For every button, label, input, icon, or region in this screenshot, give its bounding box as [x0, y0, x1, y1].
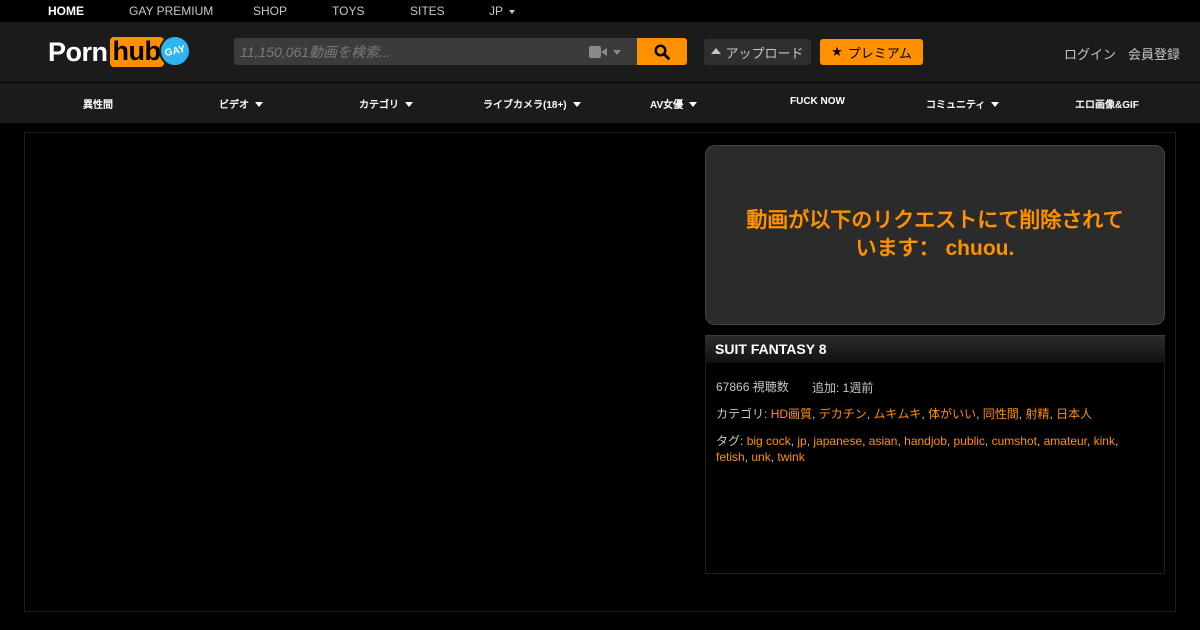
- video-camera-icon[interactable]: [589, 45, 623, 59]
- signup-link[interactable]: 会員登録: [1128, 44, 1180, 63]
- nav-item-videos[interactable]: ビデオ: [219, 96, 263, 111]
- header: Porn hub GAY アップロード ★ プレミアム ログイン 会員登録: [0, 22, 1200, 82]
- topbar-home[interactable]: HOME: [48, 4, 84, 18]
- video-title-bar: SUIT FANTASY 8: [705, 335, 1165, 363]
- nav-item-straight[interactable]: 異性間: [83, 96, 113, 111]
- category-link[interactable]: 同性間: [983, 407, 1019, 421]
- category-link[interactable]: 体がいい: [928, 407, 976, 421]
- tag-link[interactable]: fetish: [716, 450, 745, 464]
- video-removed-notice: 動画が以下のリクエストにて削除されています： chuou.: [705, 145, 1165, 325]
- logo-hub-text: hub: [109, 37, 164, 67]
- nav-item-label: ビデオ: [219, 100, 249, 111]
- nav-item-label: コミュニティ: [926, 100, 986, 111]
- category-link[interactable]: デカチン: [819, 407, 867, 421]
- search-input[interactable]: [234, 38, 579, 65]
- nav-item-label: ライブカメラ(18+): [483, 100, 567, 111]
- caret-down-icon: [405, 101, 413, 107]
- upload-arrow-icon: [711, 48, 722, 54]
- language-label: JP: [489, 4, 504, 18]
- nav-item-label: AV女優: [650, 100, 684, 111]
- search-box: [234, 38, 637, 65]
- upload-button[interactable]: アップロード: [704, 39, 811, 65]
- tag-link[interactable]: amateur: [1044, 434, 1087, 448]
- video-player[interactable]: [25, 133, 697, 611]
- topbar-language[interactable]: JP: [489, 4, 516, 18]
- caret-down-icon: [991, 101, 1000, 107]
- caret-down-icon: [509, 9, 516, 14]
- tag-link[interactable]: handjob: [904, 434, 947, 448]
- caret-down-icon: [572, 101, 581, 107]
- tag-link[interactable]: big cock: [747, 434, 791, 448]
- tag-link[interactable]: kink: [1094, 434, 1115, 448]
- top-bar: HOME GAY PREMIUM SHOP TOYS SITES JP: [0, 0, 1200, 22]
- tag-link[interactable]: jp: [797, 434, 806, 448]
- main-nav: 異性間 ビデオ カテゴリ ライブカメラ(18+) AV女優 FUCK NOW コ…: [0, 82, 1200, 123]
- topbar-gay-premium[interactable]: GAY PREMIUM: [129, 4, 213, 18]
- category-link[interactable]: HD画質: [771, 407, 812, 421]
- video-title: SUIT FANTASY 8: [715, 341, 827, 357]
- search-icon: [654, 43, 670, 60]
- nav-item-photos-gifs[interactable]: エロ画像&GIF: [1075, 96, 1139, 111]
- upload-label: アップロード: [725, 45, 804, 61]
- topbar-toys[interactable]: TOYS: [332, 4, 364, 18]
- nav-item-label: カテゴリ: [359, 100, 399, 111]
- nav-item-pornstars[interactable]: AV女優: [650, 96, 698, 111]
- tag-link[interactable]: asian: [869, 434, 898, 448]
- tags-row: タグ: big cock, jp, japanese, asian, handj…: [716, 434, 1119, 464]
- video-info-panel: 67866 視聴数 追加: 1週前 カテゴリ: HD画質, デカチン, ムキムキ…: [705, 363, 1165, 574]
- tag-link[interactable]: twink: [777, 450, 804, 464]
- category-link[interactable]: 射精: [1025, 407, 1049, 421]
- caret-down-icon: [255, 101, 263, 107]
- logo-porn-text: Porn: [48, 36, 108, 67]
- nav-item-community[interactable]: コミュニティ: [926, 96, 1000, 111]
- categories-row: カテゴリ: HD画質, デカチン, ムキムキ, 体がいい, 同性間, 射精, 日…: [716, 407, 1093, 421]
- tag-link[interactable]: unk: [751, 450, 770, 464]
- topbar-sites[interactable]: SITES: [410, 4, 445, 18]
- topbar-shop[interactable]: SHOP: [253, 4, 287, 18]
- site-logo[interactable]: Porn hub GAY: [48, 31, 194, 70]
- login-link[interactable]: ログイン: [1064, 44, 1116, 63]
- nav-item-fuck-now[interactable]: FUCK NOW: [790, 96, 845, 107]
- tags-label: タグ:: [716, 434, 744, 448]
- premium-button[interactable]: ★ プレミアム: [820, 39, 923, 65]
- star-icon: ★: [831, 44, 843, 59]
- caret-down-icon: [689, 101, 698, 107]
- category-link[interactable]: 日本人: [1056, 407, 1092, 421]
- tag-link[interactable]: japanese: [813, 434, 862, 448]
- category-link[interactable]: ムキムキ: [873, 407, 921, 421]
- view-count: 67866 視聴数: [716, 380, 789, 394]
- nav-item-categories[interactable]: カテゴリ: [359, 96, 413, 111]
- tag-link[interactable]: public: [954, 434, 985, 448]
- search-button[interactable]: [637, 38, 687, 65]
- premium-label: プレミアム: [847, 45, 912, 61]
- removed-message: 動画が以下のリクエストにて削除されています： chuou.: [746, 209, 1124, 260]
- nav-item-live-cams[interactable]: ライブカメラ(18+): [483, 96, 581, 111]
- tag-link[interactable]: cumshot: [992, 434, 1037, 448]
- categories-label: カテゴリ:: [716, 407, 768, 421]
- added-date: 追加: 1週前: [812, 381, 874, 395]
